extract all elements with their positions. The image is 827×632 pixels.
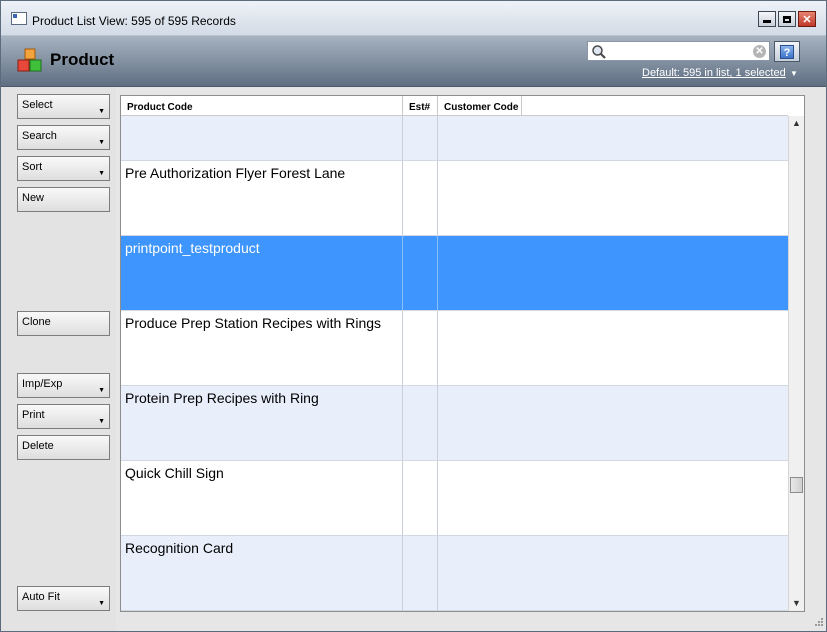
cell-product-code: Protein Prep Recipes with Ring [121, 386, 403, 460]
select-button[interactable]: Select ▼ [17, 94, 110, 119]
clone-button[interactable]: Clone [17, 311, 110, 336]
minimize-icon [763, 20, 771, 23]
print-button-label: Print [22, 409, 45, 421]
close-button[interactable]: ✕ [798, 11, 816, 27]
search-icon [592, 45, 606, 59]
cell-est [403, 236, 438, 310]
column-header-customer-code[interactable]: Customer Code [438, 96, 522, 115]
help-icon: ? [780, 44, 794, 59]
maximize-icon [783, 15, 791, 23]
list-status-link[interactable]: Default: 595 in list, 1 selected [642, 67, 786, 79]
sort-button[interactable]: Sort ▼ [17, 156, 110, 181]
cell-product-code [121, 116, 403, 160]
delete-button[interactable]: Delete [17, 435, 110, 460]
cell-product-code: Produce Prep Station Recipes with Rings [121, 311, 403, 385]
chevron-down-icon: ▼ [98, 170, 105, 177]
search-button-label: Search [22, 130, 57, 142]
column-header-est[interactable]: Est# [403, 96, 438, 115]
cell-customer-code [438, 386, 788, 460]
table-row[interactable]: Pre Authorization Flyer Forest Lane [121, 161, 788, 236]
cell-customer-code [438, 161, 788, 235]
clear-search-icon[interactable]: ✕ [753, 45, 766, 58]
table-row[interactable] [121, 116, 788, 161]
table-row[interactable]: Recognition Card [121, 536, 788, 611]
page-title: Product [50, 50, 115, 69]
cell-product-code: Quick Chill Sign [121, 461, 403, 535]
cell-customer-code [438, 536, 788, 610]
cell-est [403, 311, 438, 385]
minimize-button[interactable] [758, 11, 776, 27]
table-row-selected[interactable]: printpoint_testproduct [121, 236, 788, 311]
scroll-down-icon[interactable]: ▼ [789, 596, 804, 611]
search-input[interactable] [610, 43, 746, 59]
new-button-label: New [22, 192, 45, 204]
clone-button-label: Clone [22, 316, 51, 328]
close-icon: ✕ [802, 13, 812, 26]
cell-customer-code [438, 116, 788, 160]
cell-est [403, 116, 438, 160]
chevron-down-icon: ▼ [98, 139, 105, 146]
product-list-window: Product List View: 595 of 595 Records ✕ … [0, 0, 827, 632]
scrollbar-thumb[interactable] [790, 477, 803, 493]
cell-product-code: Recognition Card [121, 536, 403, 610]
select-button-label: Select [22, 99, 53, 111]
product-boxes-icon [17, 48, 42, 72]
maximize-button[interactable] [778, 11, 796, 27]
chevron-down-icon: ▼ [98, 600, 105, 607]
vertical-scrollbar[interactable]: ▲ ▼ [788, 116, 804, 611]
search-box[interactable]: ✕ [587, 41, 770, 61]
resize-grip-icon[interactable] [812, 617, 824, 629]
cell-est [403, 461, 438, 535]
auto-fit-button[interactable]: Auto Fit ▼ [17, 586, 110, 611]
cell-product-code: printpoint_testproduct [121, 236, 403, 310]
cell-customer-code [438, 311, 788, 385]
search-button[interactable]: Search ▼ [17, 125, 110, 150]
cell-customer-code [438, 236, 788, 310]
app-window-icon [11, 12, 27, 25]
header-band: Product ✕ ? Default: 595 in list, 1 sele… [1, 36, 826, 87]
scroll-up-icon[interactable]: ▲ [789, 116, 804, 131]
cell-est [403, 386, 438, 460]
help-button[interactable]: ? [774, 41, 800, 62]
delete-button-label: Delete [22, 440, 54, 452]
print-button[interactable]: Print ▼ [17, 404, 110, 429]
cell-customer-code [438, 461, 788, 535]
chevron-down-icon: ▼ [98, 387, 105, 394]
grid-body: Pre Authorization Flyer Forest Lane prin… [121, 116, 788, 611]
sort-button-label: Sort [22, 161, 43, 173]
new-button[interactable]: New [17, 187, 110, 212]
imp-exp-button[interactable]: Imp/Exp ▼ [17, 373, 110, 398]
title-bar[interactable]: Product List View: 595 of 595 Records ✕ [1, 1, 826, 36]
window-title: Product List View: 595 of 595 Records [32, 14, 236, 28]
cell-est [403, 161, 438, 235]
imp-exp-button-label: Imp/Exp [22, 378, 63, 390]
chevron-down-icon: ▼ [98, 418, 105, 425]
cell-product-code: Pre Authorization Flyer Forest Lane [121, 161, 403, 235]
chevron-down-icon: ▼ [98, 108, 105, 115]
table-row[interactable]: Protein Prep Recipes with Ring [121, 386, 788, 461]
product-grid: Product Code Est# Customer Code Pre Auth… [120, 95, 805, 612]
column-header-product-code[interactable]: Product Code [121, 96, 403, 115]
chevron-down-icon[interactable]: ▼ [790, 69, 798, 78]
auto-fit-button-label: Auto Fit [22, 591, 60, 603]
table-row[interactable]: Produce Prep Station Recipes with Rings [121, 311, 788, 386]
table-row[interactable]: Quick Chill Sign [121, 461, 788, 536]
grid-header: Product Code Est# Customer Code [121, 96, 788, 116]
cell-est [403, 536, 438, 610]
